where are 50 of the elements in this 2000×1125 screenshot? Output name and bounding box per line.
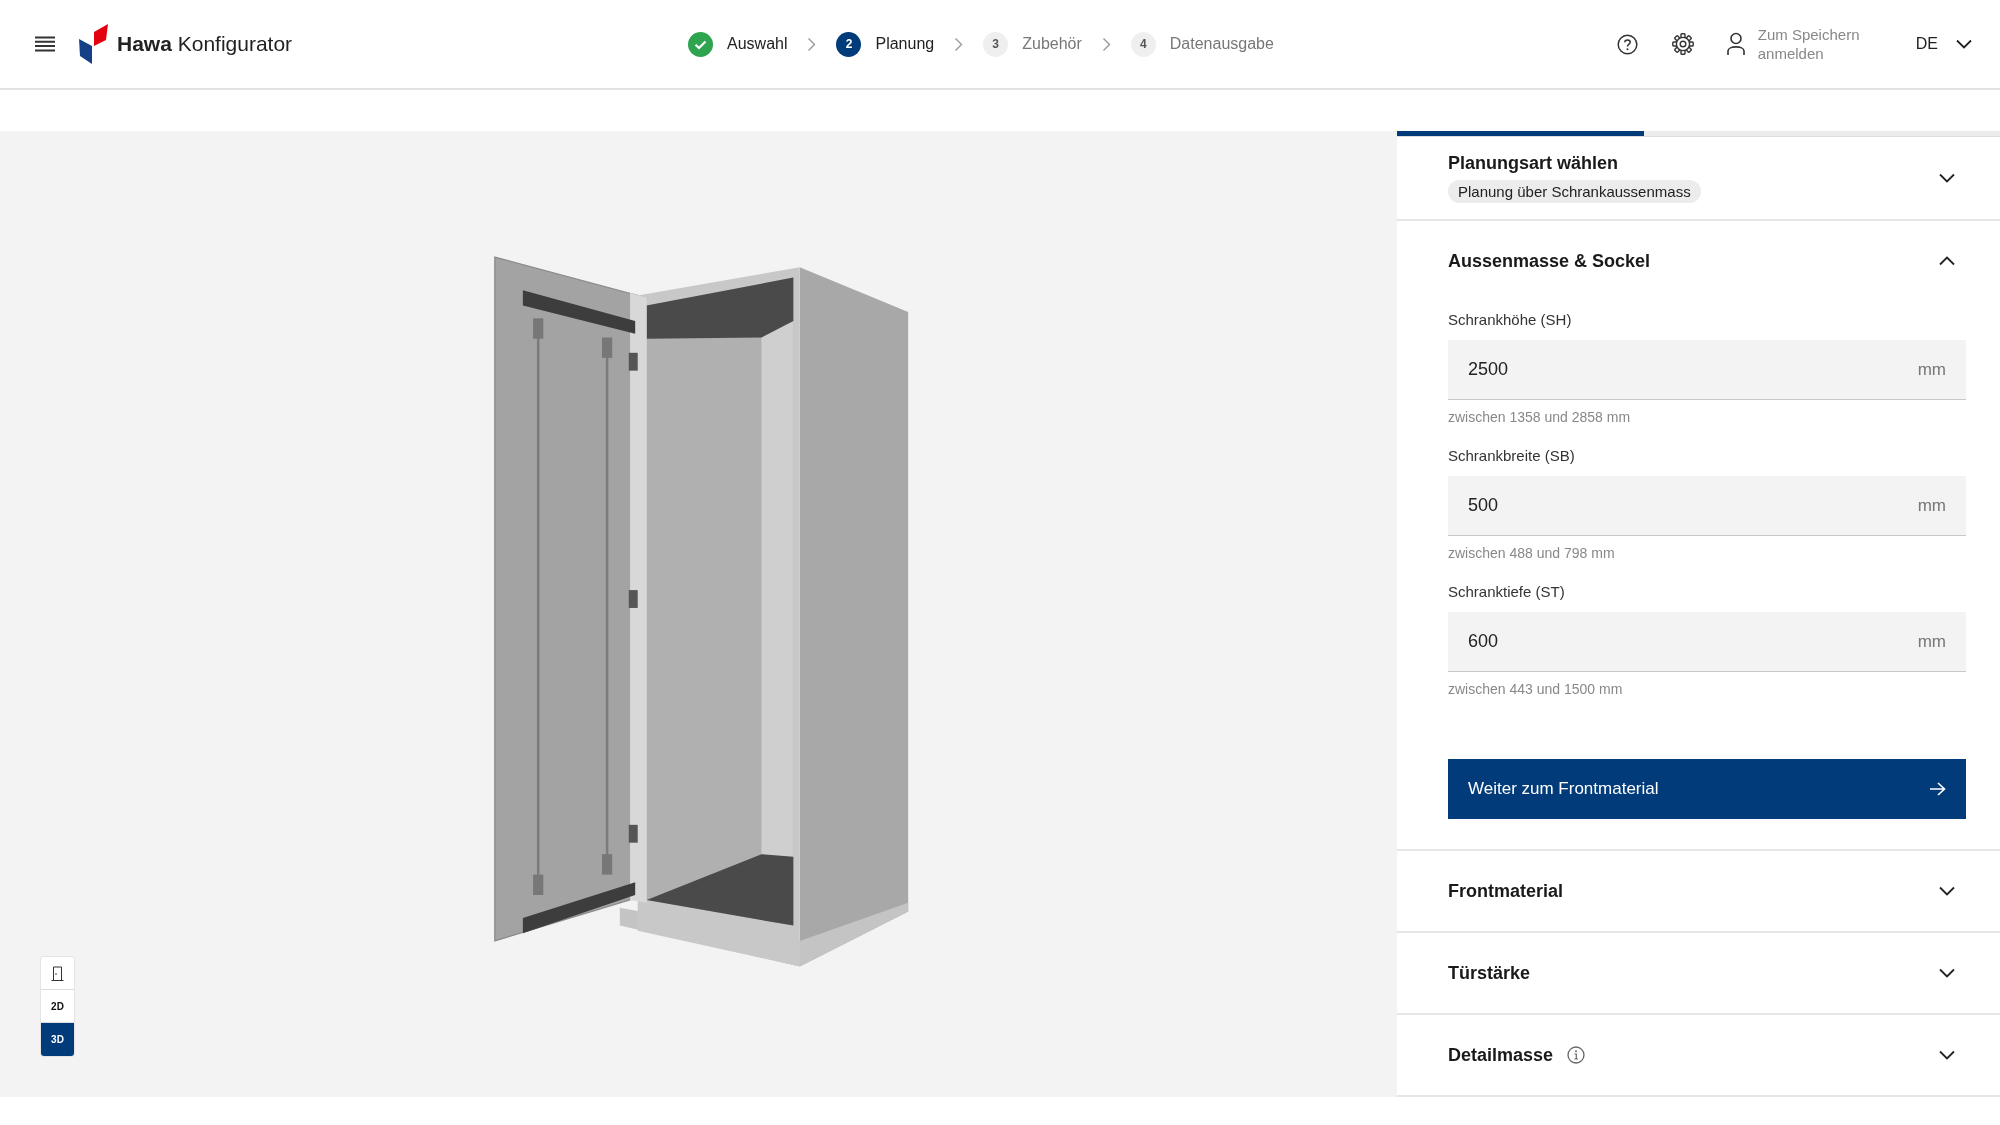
field-label: Schrankbreite (SB) [1448,447,1576,464]
section-title: Türstärke [1448,962,1531,984]
view-mode-button[interactable]: 3D [41,1023,74,1056]
language-selector[interactable]: DE [1915,35,1972,53]
unit-label: mm [1917,495,1946,516]
section-title: Frontmaterial [1448,880,1564,902]
door-view-button[interactable] [41,957,74,990]
section-header[interactable]: Aussenmasse & Sockel [1397,221,2000,301]
step-number: 3 [983,31,1009,57]
input-field[interactable]: 2500 mm [1448,340,1966,400]
input-field[interactable]: 500 mm [1448,476,1966,536]
chevron-right-icon [954,36,964,52]
step-number: 2 [836,31,862,57]
continue-button[interactable]: Weiter zum Frontmaterial [1448,759,1966,819]
step-label[interactable]: Auswahl [727,35,788,53]
chevron-right-icon [1101,36,1111,52]
selection-chip: Planung über Schrankaussenmass [1448,180,1701,203]
view-mode-button[interactable]: 2D [41,990,74,1023]
brand-name: Hawa Konfigurator [117,32,293,56]
step-number: 4 [1130,31,1156,57]
section-header[interactable]: Planungsart wählen Planung über Schrankaussenmass [1397,137,2000,219]
field-hint: zwischen 1358 und 2858 mm [1448,409,1632,425]
field-hint: zwischen 443 und 1500 mm [1448,681,1624,697]
chevron-down-icon [1956,39,1972,49]
settings-icon[interactable] [1671,33,1694,55]
field-label: Schranktiefe (ST) [1448,583,1566,600]
section-header[interactable]: Türstärke [1397,933,2000,1013]
login-link[interactable]: Zum Speichern anmelden [1757,25,1876,63]
input-field[interactable]: 600 mm [1448,612,1966,672]
info-icon[interactable] [1567,1046,1586,1064]
step-label[interactable]: Datenausgabe [1169,35,1274,53]
logo-icon[interactable] [78,24,109,64]
section-header[interactable]: Detailmasse [1397,1015,2000,1095]
section-title: Detailmasse [1448,1044,1554,1066]
section-header[interactable]: Frontmaterial [1397,851,2000,931]
door-icon [51,965,64,981]
field-hint: zwischen 488 und 798 mm [1448,545,1616,561]
section-title: Planungsart wählen [1448,153,1619,174]
field-label: Schrankhöhe (SH) [1448,311,1573,328]
step-label[interactable]: Planung [875,35,935,53]
arrow-right-icon [1929,782,1946,796]
chevron-right-icon [807,36,817,52]
user-icon[interactable] [1725,32,1746,56]
unit-label: mm [1917,359,1946,380]
check-icon [688,31,713,57]
step-label[interactable]: Zubehör [1022,35,1082,53]
menu-icon[interactable] [34,36,56,52]
help-icon[interactable] [1616,33,1638,55]
unit-label: mm [1917,631,1946,652]
section-title: Aussenmasse & Sockel [1448,250,1651,272]
